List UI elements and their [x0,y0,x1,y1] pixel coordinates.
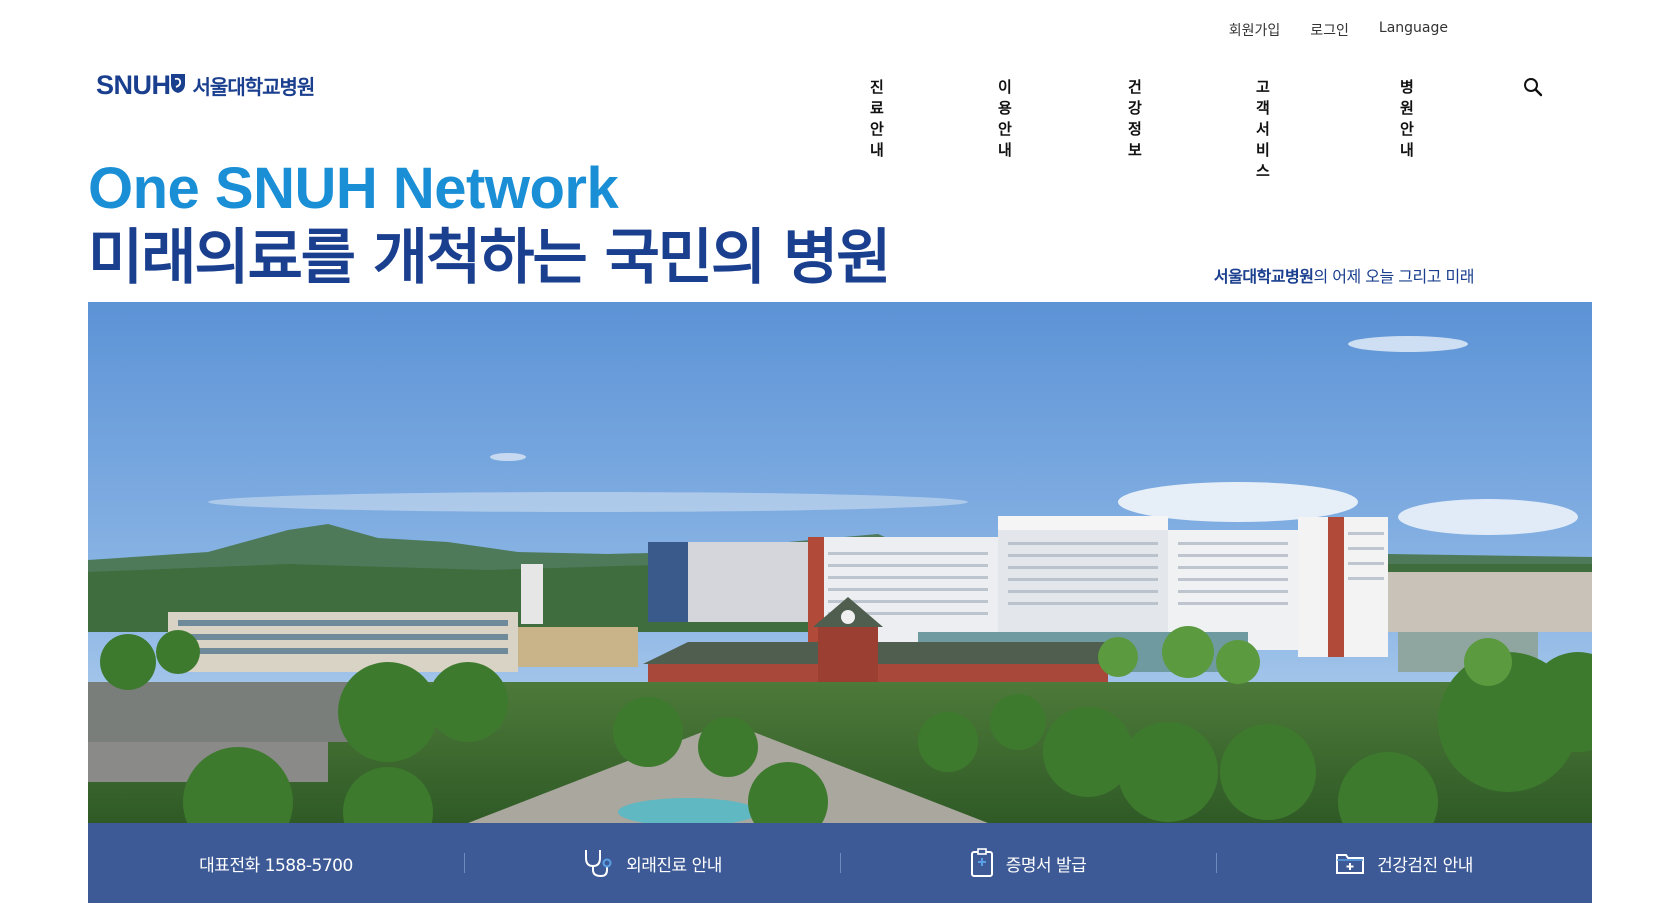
quick-link-phone-label: 대표전화 1588-5700 [199,855,353,876]
hero-subtitle-bold: 서울대학교병원 [1213,267,1314,286]
nav-item-treatment[interactable]: 진료안내 [870,76,884,160]
nav-item-health[interactable]: 건강정보 [1128,76,1142,160]
site-logo[interactable]: SNUH 서울대학교병원 [96,70,316,101]
nav-item-customer[interactable]: 고객서비스 [1256,76,1270,181]
stethoscope-icon [585,850,612,878]
login-link[interactable]: 로그인 [1310,20,1349,40]
logo-emblem-icon [170,73,185,93]
quick-link-phone[interactable]: 대표전화 1588-5700 [88,823,464,903]
quick-link-certificate[interactable]: 증명서 발급 [840,823,1216,903]
language-link[interactable]: Language [1379,20,1448,40]
quick-links-bar: 대표전화 1588-5700 외래진료 안내 증명서 발급 건강검진 안내 [88,823,1592,903]
nav-item-usage[interactable]: 이용안내 [998,76,1012,160]
utility-nav: 회원가입 로그인 Language [1229,20,1448,40]
quick-link-certificate-label: 증명서 발급 [1005,855,1087,876]
clipboard-icon [970,848,993,877]
signup-link[interactable]: 회원가입 [1229,20,1281,40]
quick-link-checkup-label: 건강검진 안내 [1377,855,1473,876]
hero-title-ko: 미래의료를 개척하는 국민의 병원 [88,223,891,293]
medical-folder-icon [1336,854,1365,874]
search-icon[interactable] [1523,77,1543,97]
quick-link-checkup[interactable]: 건강검진 안내 [1216,823,1592,903]
hero-subtitle-rest: 의 어제 오늘 그리고 미래 [1313,267,1474,286]
logo-text-en: SNUH [96,70,171,100]
hero-campus-photo [88,302,1592,823]
hero-subtitle: 서울대학교병원의 어제 오늘 그리고 미래 [1213,263,1475,287]
logo-text-ko: 서울대학교병원 [192,75,316,99]
nav-item-hospital[interactable]: 병원안내 [1400,76,1414,160]
quick-link-outpatient[interactable]: 외래진료 안내 [464,823,840,903]
quick-link-outpatient-label: 외래진료 안내 [626,855,722,876]
hero-title-en: One SNUH Network [88,156,619,221]
